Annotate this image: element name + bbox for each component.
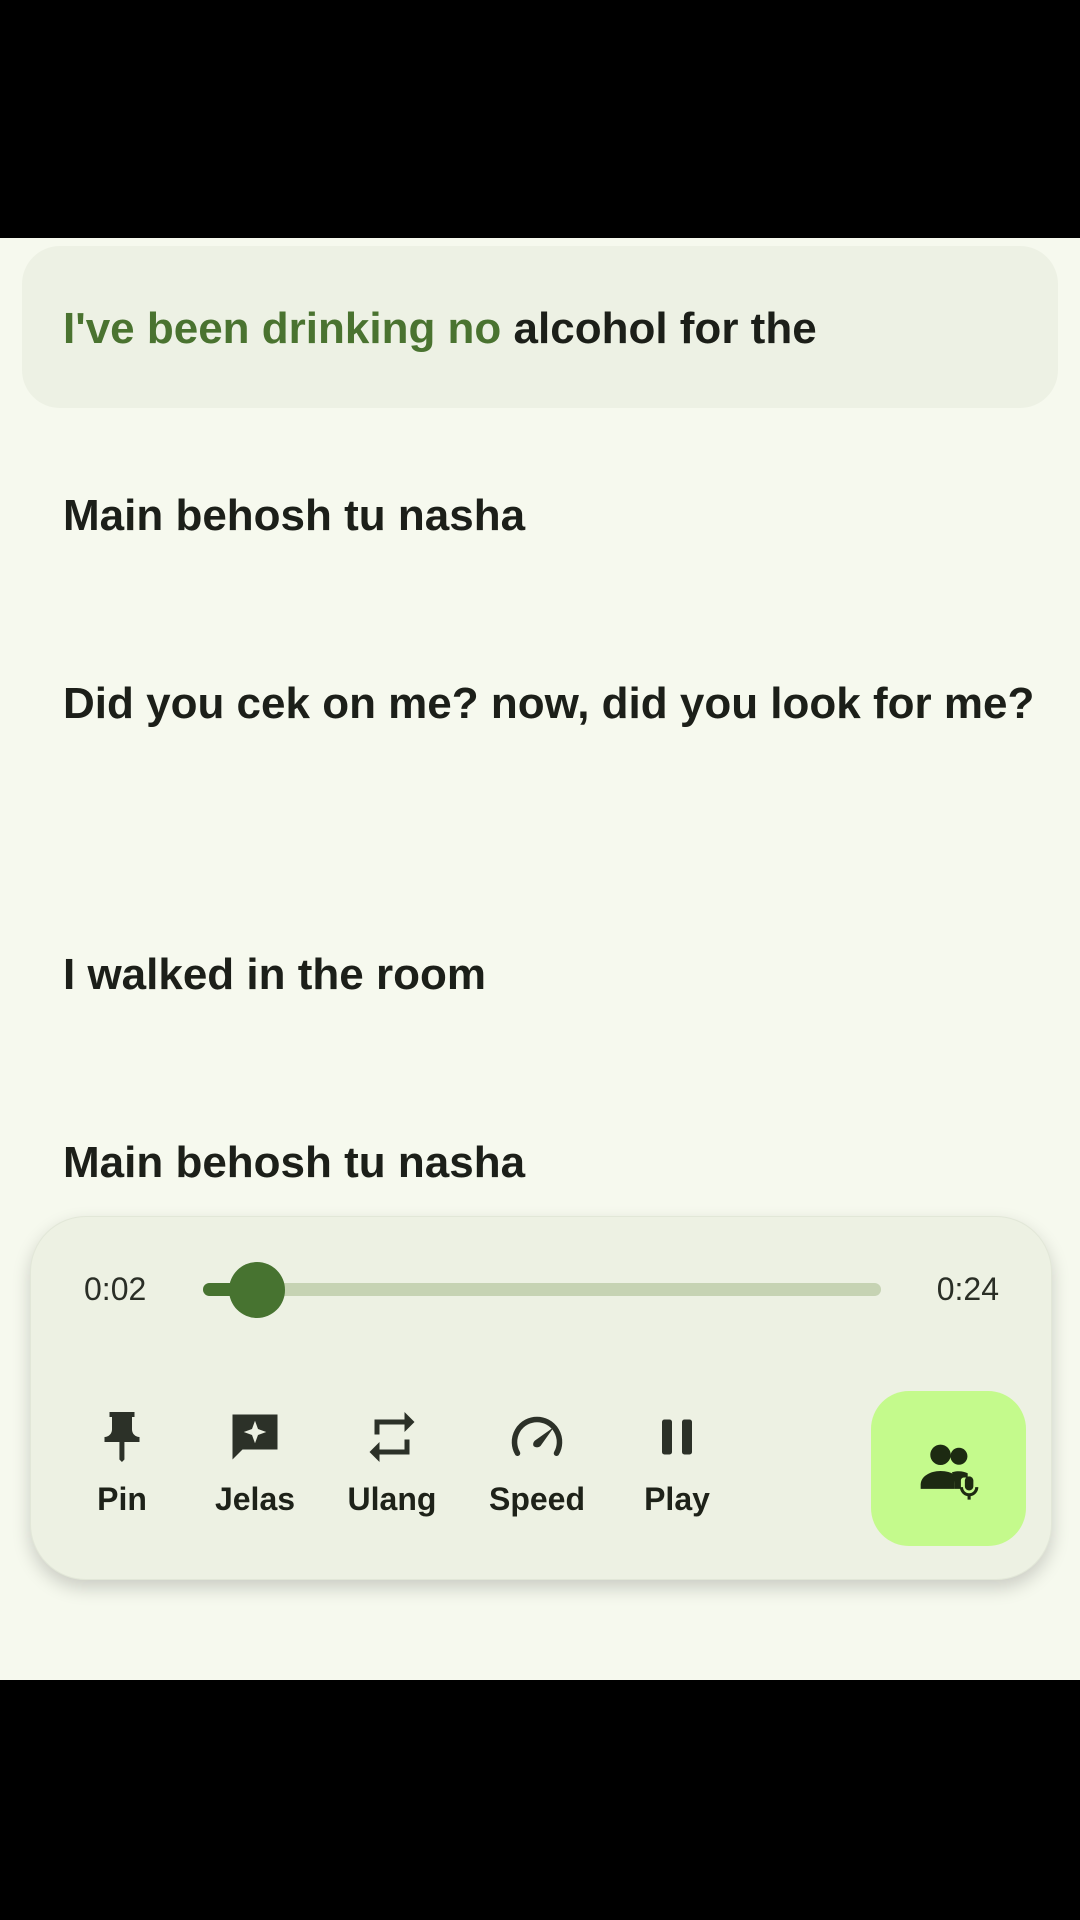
repeat-icon xyxy=(369,1412,415,1462)
pin-button[interactable]: Pin xyxy=(52,1407,192,1537)
active-lyric-line: I've been drinking no alcohol for the xyxy=(63,288,817,370)
pin-icon xyxy=(104,1412,140,1462)
lyric-line[interactable]: Main behosh tu nasha xyxy=(63,1122,525,1204)
pin-label: Pin xyxy=(97,1481,147,1517)
lyric-line[interactable]: Did you cek on me? now, did you look for… xyxy=(63,663,1043,745)
total-time: 0:24 xyxy=(936,1271,999,1307)
current-time: 0:02 xyxy=(84,1271,147,1307)
remaining-words: alcohol for the xyxy=(501,304,817,353)
lyric-line[interactable]: I walked in the room xyxy=(63,934,486,1016)
highlighted-words: I've been drinking no xyxy=(63,304,502,353)
jelas-button[interactable]: Jelas xyxy=(185,1407,325,1537)
lyrics-screen: I've been drinking no alcohol for the Ma… xyxy=(0,238,1080,1680)
pause-icon xyxy=(662,1419,692,1455)
speedometer-icon xyxy=(511,1416,563,1456)
lyric-line[interactable]: Main behosh tu nasha xyxy=(63,475,525,557)
sparkle-chat-icon xyxy=(232,1414,278,1460)
seek-bar[interactable] xyxy=(203,1262,881,1318)
play-label: Play xyxy=(644,1481,710,1517)
voice-people-icon xyxy=(920,1444,979,1500)
voice-people-button[interactable] xyxy=(871,1391,1026,1546)
ulang-button[interactable]: Ulang xyxy=(322,1407,462,1537)
ulang-label: Ulang xyxy=(347,1481,437,1517)
player-panel: 0:02 0:24 Pin Jelas Ulang Speed Play xyxy=(30,1216,1052,1580)
speed-button[interactable]: Speed xyxy=(467,1407,607,1537)
active-lyric-card[interactable]: I've been drinking no alcohol for the xyxy=(22,246,1058,408)
play-button[interactable]: Play xyxy=(607,1407,747,1537)
jelas-label: Jelas xyxy=(214,1481,296,1517)
seek-bar-thumb[interactable] xyxy=(229,1262,286,1318)
speed-label: Speed xyxy=(488,1481,586,1517)
